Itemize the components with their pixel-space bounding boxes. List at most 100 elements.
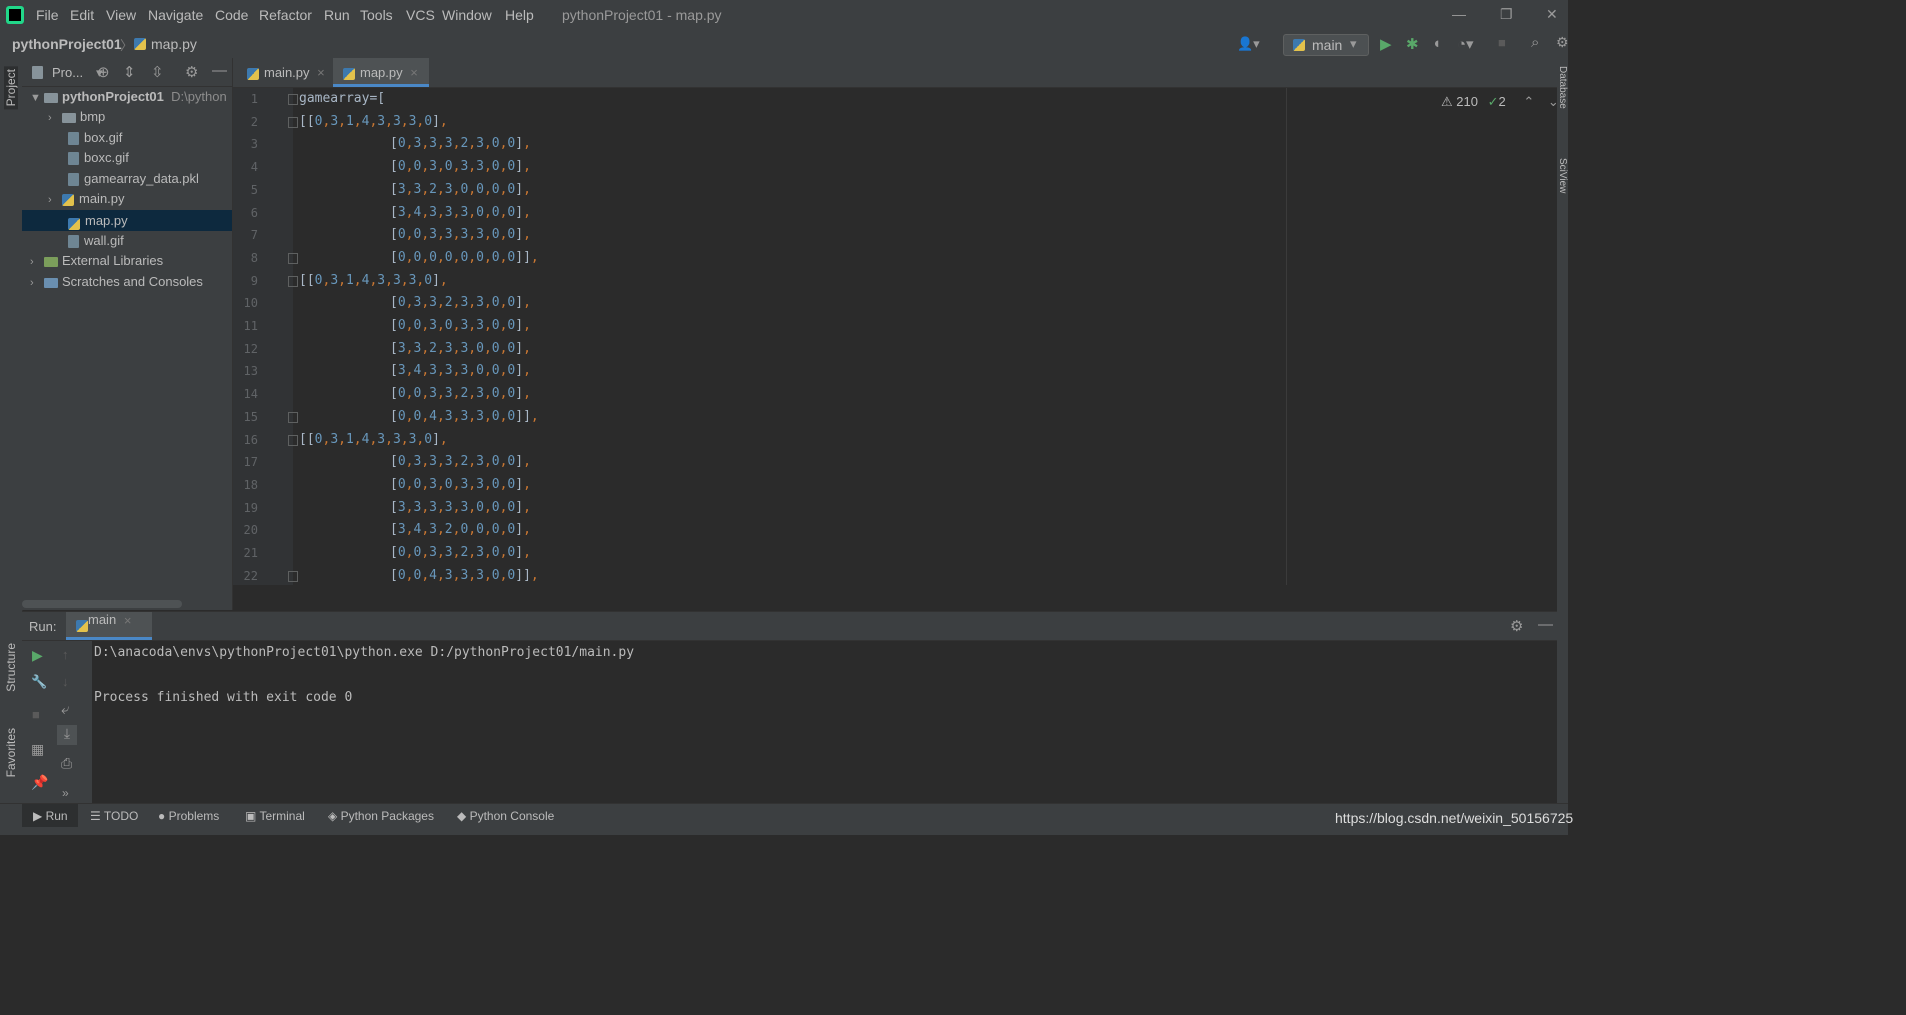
tree-item-boxc-gif[interactable]: boxc.gif xyxy=(68,150,129,166)
debug-icon[interactable]: ✱ xyxy=(1406,35,1419,53)
code-line[interactable]: [0,3,3,2,3,3,0,0], xyxy=(390,295,531,310)
tree-item-wall-gif[interactable]: wall.gif xyxy=(68,233,124,249)
code-line[interactable]: [0,0,0,0,0,0,0,0]], xyxy=(390,250,539,265)
tree-item-gamearray-pkl[interactable]: gamearray_data.pkl xyxy=(68,171,199,187)
close-button[interactable]: ✕ xyxy=(1546,6,1558,23)
bottom-tab-python-console[interactable]: ◆ Python Console xyxy=(457,809,554,823)
stop-icon[interactable]: ■ xyxy=(32,707,40,722)
bottom-tab-problems[interactable]: ● Problems xyxy=(158,809,219,823)
hide-panel-icon[interactable]: — xyxy=(212,62,227,79)
bottom-tab-terminal[interactable]: ▣ Terminal xyxy=(245,809,305,823)
menu-navigate[interactable]: Navigate xyxy=(148,7,203,23)
fold-marker-icon[interactable] xyxy=(288,275,298,287)
breadcrumb-project[interactable]: pythonProject01 xyxy=(12,36,122,52)
down-arrow-icon[interactable]: ↓ xyxy=(62,674,69,689)
code-line[interactable]: [[0,3,1,4,3,3,3,0], xyxy=(299,432,448,447)
rerun-icon[interactable]: ▶ xyxy=(32,647,43,664)
fold-marker-icon[interactable] xyxy=(288,570,298,582)
settings-icon[interactable]: ⚙ xyxy=(1556,34,1569,51)
menu-window[interactable]: Window xyxy=(442,7,492,23)
fold-marker-icon[interactable] xyxy=(288,434,298,446)
code-line[interactable]: [0,0,3,3,3,3,0,0], xyxy=(390,227,531,242)
menu-help[interactable]: Help xyxy=(505,7,534,23)
close-tab-icon[interactable]: × xyxy=(317,65,325,80)
print-icon[interactable]: ⎙ xyxy=(61,755,72,772)
code-line[interactable]: [0,0,3,3,2,3,0,0], xyxy=(390,545,531,560)
menu-vcs[interactable]: VCS xyxy=(406,7,435,23)
more-icon[interactable]: » xyxy=(62,786,69,800)
chevron-up-icon[interactable]: ⌃ xyxy=(1523,94,1534,109)
horizontal-scrollbar[interactable] xyxy=(22,600,182,608)
code-line[interactable]: [0,0,3,0,3,3,0,0], xyxy=(390,318,531,333)
close-tab-icon[interactable]: × xyxy=(410,65,418,80)
tree-item-main-py[interactable]: › main.py xyxy=(48,191,125,206)
layout-icon[interactable]: ▦ xyxy=(31,741,44,758)
fold-marker-icon[interactable] xyxy=(288,116,298,128)
code-line[interactable]: [3,4,3,3,3,0,0,0], xyxy=(390,363,531,378)
fold-marker-icon[interactable] xyxy=(288,94,298,105)
hide-panel-icon[interactable]: — xyxy=(1538,616,1553,633)
tree-item-map-py[interactable]: map.py xyxy=(22,210,232,231)
breadcrumb-file[interactable]: map.py xyxy=(151,36,197,52)
structure-tool-tab[interactable]: Structure xyxy=(4,643,18,692)
code-line[interactable]: [3,4,3,2,0,0,0,0], xyxy=(390,522,531,537)
scroll-to-end-icon[interactable]: ⤓ xyxy=(57,725,77,745)
locate-icon[interactable]: ⊕ xyxy=(97,63,110,81)
bottom-tab-python-packages[interactable]: ◈ Python Packages xyxy=(328,809,434,823)
tab-main-py[interactable]: main.py × xyxy=(241,58,337,87)
code-line[interactable]: [0,0,3,0,3,3,0,0], xyxy=(390,159,531,174)
chevron-right-icon[interactable]: › xyxy=(30,256,44,268)
chevron-right-icon[interactable]: › xyxy=(30,277,44,289)
menu-tools[interactable]: Tools xyxy=(360,7,393,23)
coverage-icon[interactable]: ◖ xyxy=(1432,35,1441,52)
expand-all-icon[interactable]: ⇕ xyxy=(123,63,136,81)
chevron-down-icon[interactable]: ⌄ xyxy=(1548,94,1559,109)
wrench-icon[interactable]: 🔧 xyxy=(31,674,47,690)
menu-refactor[interactable]: Refactor xyxy=(259,7,312,23)
pin-icon[interactable]: 📌 xyxy=(31,774,48,791)
run-tab-main[interactable]: main × xyxy=(66,612,152,640)
collapse-all-icon[interactable]: ⇳ xyxy=(151,63,164,81)
fold-marker-icon[interactable] xyxy=(288,252,298,264)
restore-button[interactable]: ❐ xyxy=(1500,6,1513,23)
sciview-tool-tab[interactable]: SciView xyxy=(1557,158,1568,193)
project-tool-tab[interactable]: Project xyxy=(4,66,18,110)
code-line[interactable]: [0,0,4,3,3,3,0,0]], xyxy=(390,568,539,583)
chevron-right-icon[interactable]: › xyxy=(48,112,62,124)
tree-root[interactable]: ▼ pythonProject01 D:\pythonProject01 xyxy=(30,89,226,104)
code-line[interactable]: [3,3,2,3,3,0,0,0], xyxy=(390,341,531,356)
chevron-right-icon[interactable]: › xyxy=(48,194,62,206)
project-view-selector[interactable]: Pro... xyxy=(52,65,83,80)
menu-view[interactable]: View xyxy=(106,7,136,23)
tab-map-py[interactable]: map.py × xyxy=(333,58,429,87)
chevron-down-icon[interactable]: ▼ xyxy=(30,92,44,104)
user-icon[interactable]: 👤▾ xyxy=(1237,36,1260,52)
run-icon[interactable]: ▶ xyxy=(1380,35,1392,53)
code-line[interactable]: [3,4,3,3,3,0,0,0], xyxy=(390,205,531,220)
menu-code[interactable]: Code xyxy=(215,7,248,23)
code-line[interactable]: [0,3,3,3,2,3,0,0], xyxy=(390,454,531,469)
soft-wrap-icon[interactable]: ⤶ xyxy=(61,701,69,718)
fold-marker-icon[interactable] xyxy=(288,411,298,423)
code-line[interactable]: [[0,3,1,4,3,3,3,0], xyxy=(299,114,448,129)
tree-item-box-gif[interactable]: box.gif xyxy=(68,130,122,146)
code-line[interactable]: [0,0,3,0,3,3,0,0], xyxy=(390,477,531,492)
code-line[interactable]: [[0,3,1,4,3,3,3,0], xyxy=(299,273,448,288)
close-tab-icon[interactable]: × xyxy=(124,613,132,628)
gear-icon[interactable]: ⚙ xyxy=(1510,617,1523,635)
code-line[interactable]: [3,3,3,3,3,0,0,0], xyxy=(390,500,531,515)
bottom-tab-todo[interactable]: ☰ TODO xyxy=(90,809,138,823)
tree-item-bmp[interactable]: › bmp xyxy=(48,109,105,124)
search-icon[interactable]: ⌕ xyxy=(1531,34,1539,51)
inspection-widget[interactable]: ⚠ 210 ✓2 ⌃ ⌄ xyxy=(1441,94,1559,110)
code-line[interactable]: [0,3,3,3,2,3,0,0], xyxy=(390,136,531,151)
code-line[interactable]: [3,3,2,3,0,0,0,0], xyxy=(390,182,531,197)
menu-edit[interactable]: Edit xyxy=(70,7,94,23)
gear-icon[interactable]: ⚙ xyxy=(185,63,198,81)
up-arrow-icon[interactable]: ↑ xyxy=(62,647,69,662)
profile-icon[interactable]: ◔▾ xyxy=(1457,35,1474,53)
tree-scratches[interactable]: › Scratches and Consoles xyxy=(30,274,203,289)
stop-icon[interactable]: ■ xyxy=(1498,35,1506,50)
code-line[interactable]: [0,0,4,3,3,3,0,0]], xyxy=(390,409,539,424)
bottom-tab-run[interactable]: ▶ Run xyxy=(33,809,68,823)
